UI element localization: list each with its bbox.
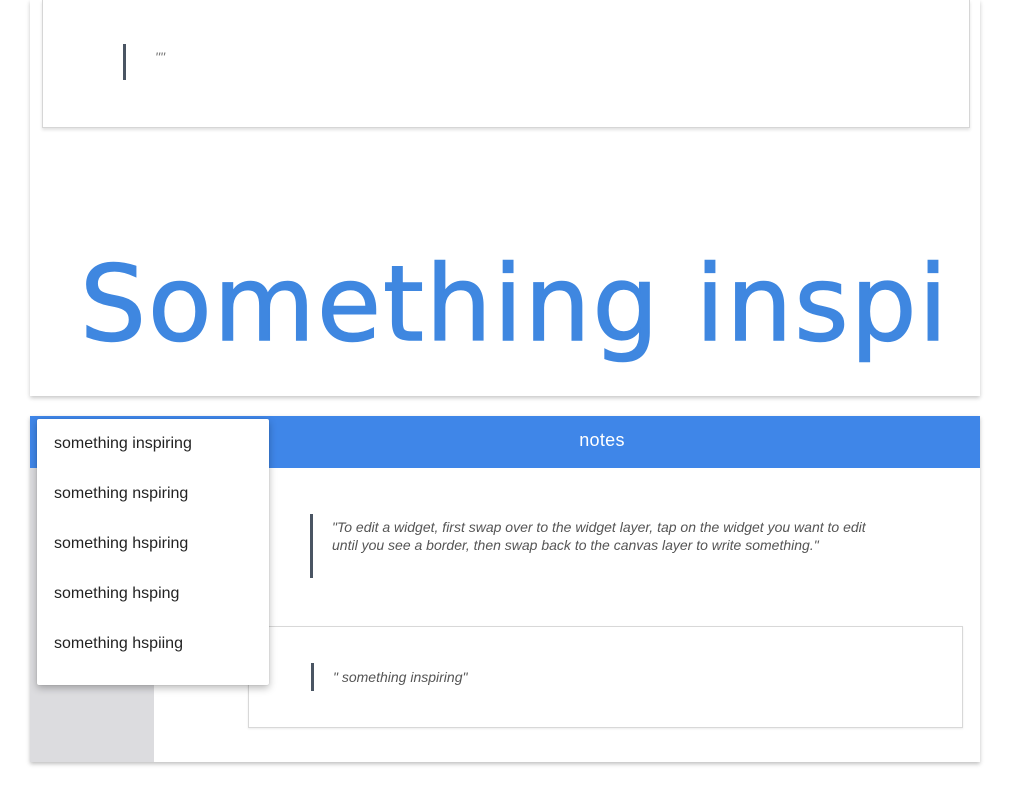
handwriting-canvas-panel[interactable]: "" Something inspiring	[30, 0, 980, 396]
quote-widget-text: ""	[155, 49, 165, 65]
quote-widget-card[interactable]: ""	[42, 0, 970, 128]
suggestion-item[interactable]: something inspiring	[37, 427, 269, 469]
quote-widget-card[interactable]: " something inspiring"	[248, 626, 963, 728]
suggestion-item[interactable]: something hspiring	[37, 519, 269, 569]
quote-bar	[310, 514, 313, 578]
recognition-suggestions-menu: something inspiring something nspiring s…	[37, 419, 269, 685]
handwriting-ink: Something inspiring	[79, 242, 950, 366]
suggestion-item[interactable]: something nspiring	[37, 469, 269, 519]
instruction-quote-text: "To edit a widget, first swap over to th…	[332, 519, 866, 553]
handwriting-ink-text: Something inspiring	[80, 243, 950, 365]
quote-bar	[311, 663, 314, 691]
quote-bar	[123, 44, 126, 80]
suggestion-item[interactable]: something hsping	[37, 569, 269, 619]
quote-widget-text: " something inspiring"	[333, 669, 468, 685]
suggestion-item[interactable]: something hspiing	[37, 619, 269, 669]
